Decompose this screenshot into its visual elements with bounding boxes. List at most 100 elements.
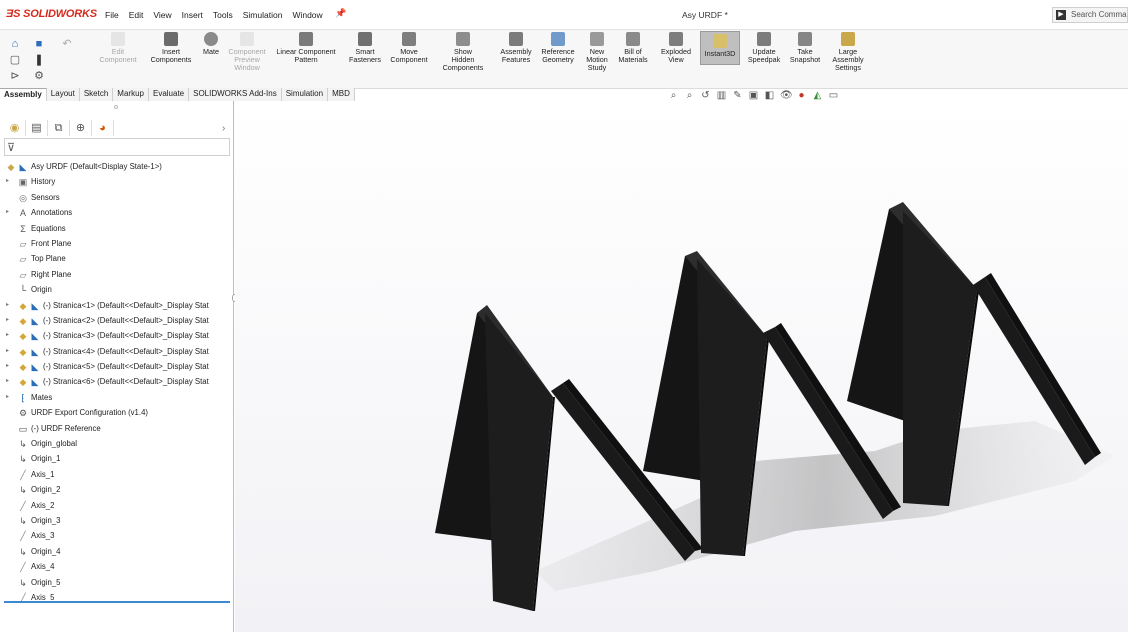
tree-root-assembly[interactable]: ◆ ◣ Asy URDF (Default<Display State-1>) <box>0 159 234 174</box>
reference-geometry-button[interactable]: Reference Geometry <box>538 32 578 64</box>
bill-of-materials-button[interactable]: Bill of Materials <box>616 32 650 64</box>
display-manager-tab-icon[interactable]: ◕ <box>92 120 114 136</box>
property-manager-tab-icon[interactable]: ▤ <box>26 120 48 136</box>
tree-item[interactable]: ╱ Axis_5 <box>0 590 234 605</box>
more-panels-chevron-icon[interactable]: › <box>222 123 225 134</box>
expand-arrow-icon[interactable]: ▸ <box>6 313 9 328</box>
expand-arrow-icon[interactable]: ▸ <box>6 174 9 189</box>
show-hidden-components-button[interactable]: Show Hidden Components <box>438 32 488 72</box>
mate-button[interactable]: Mate <box>200 32 222 56</box>
tree-filter-input[interactable]: ⊽ <box>4 138 230 156</box>
dynamic-annotation-icon[interactable]: ✎ <box>732 90 743 101</box>
tab-markup[interactable]: Markup <box>113 88 149 101</box>
tree-item[interactable]: ◎ Sensors <box>0 190 234 205</box>
take-snapshot-button[interactable]: Take Snapshot <box>788 32 822 64</box>
tree-item[interactable]: ▸ ◆ ◣ (-) Stranica<2> (Default<<Default>_Di… <box>0 313 234 328</box>
tree-item[interactable]: ↳ Origin_1 <box>0 451 234 466</box>
feature-manager-tab-icon[interactable]: ◉ <box>4 120 26 136</box>
menu-view[interactable]: View <box>148 10 176 20</box>
linear-component-pattern-button[interactable]: Linear Component Pattern <box>274 32 338 64</box>
expand-arrow-icon[interactable]: ▸ <box>6 374 9 389</box>
tree-item[interactable]: ↳ Origin_5 <box>0 575 234 590</box>
edit-component-button[interactable]: Edit Component <box>98 32 138 64</box>
expand-arrow-icon[interactable]: ▸ <box>6 298 9 313</box>
save-icon[interactable]: ■ <box>32 38 46 50</box>
menu-file[interactable]: File <box>100 10 124 20</box>
zoom-to-fit-icon[interactable]: ⌕ <box>668 90 679 101</box>
zoom-to-area-icon[interactable]: ⌕ <box>684 90 695 101</box>
tree-item[interactable]: Σ Equations <box>0 221 234 236</box>
tree-item[interactable]: ↳ Origin_2 <box>0 482 234 497</box>
menu-tools[interactable]: Tools <box>208 10 238 20</box>
panel-grip-handle[interactable] <box>114 105 118 109</box>
tree-item[interactable]: ▱ Right Plane <box>0 267 234 282</box>
rebuild-icon[interactable]: ❚ <box>32 54 46 66</box>
home-icon[interactable]: ⌂ <box>8 38 22 50</box>
assembly-features-button[interactable]: Assembly Features <box>496 32 536 64</box>
tree-item[interactable]: ╱ Axis_4 <box>0 559 234 574</box>
instant3d-button[interactable]: Instant3D <box>700 31 740 65</box>
expand-arrow-icon[interactable]: ▸ <box>6 205 9 220</box>
new-motion-study-button[interactable]: New Motion Study <box>582 32 612 72</box>
hide-show-items-icon[interactable]: 👁 <box>780 90 793 101</box>
tree-item[interactable]: ▸ ◆ ◣ (-) Stranica<5> (Default<<Default>_Di… <box>0 359 234 374</box>
tab-layout[interactable]: Layout <box>46 88 80 101</box>
solidworks-logo[interactable]: ƎS SOLIDWORKS <box>6 8 97 20</box>
move-component-button[interactable]: Move Component <box>388 32 430 64</box>
pin-menu-icon[interactable]: 📌 <box>335 8 346 19</box>
tree-item[interactable]: ▸ A Annotations <box>0 205 234 220</box>
edit-appearance-icon[interactable]: ● <box>796 90 807 101</box>
tree-item[interactable]: ▭ (-) URDF Reference <box>0 421 234 436</box>
tree-item[interactable]: ▸ ▣ History <box>0 174 234 189</box>
tree-item[interactable]: ▸ ◆ ◣ (-) Stranica<4> (Default<<Default>_Di… <box>0 344 234 359</box>
expand-arrow-icon[interactable]: ▸ <box>6 390 9 405</box>
tab-sketch[interactable]: Sketch <box>79 88 114 101</box>
large-assembly-settings-button[interactable]: Large Assembly Settings <box>826 32 870 72</box>
view-orientation-icon[interactable]: ▣ <box>748 90 759 101</box>
tab-evaluate[interactable]: Evaluate <box>148 88 190 101</box>
apply-scene-icon[interactable]: ◭ <box>812 90 823 101</box>
tree-item[interactable]: └ Origin <box>0 282 234 297</box>
dimxpert-manager-tab-icon[interactable]: ⊕ <box>70 120 92 136</box>
tab-solidworks-add-ins[interactable]: SOLIDWORKS Add-Ins <box>189 88 282 101</box>
graphics-area[interactable] <box>235 101 1128 632</box>
tree-item[interactable]: ╱ Axis_3 <box>0 528 234 543</box>
tab-assembly[interactable]: Assembly <box>0 88 47 101</box>
update-speedpak-button[interactable]: Update Speedpak <box>746 32 782 64</box>
tree-item[interactable]: ↳ Origin_4 <box>0 544 234 559</box>
menu-edit[interactable]: Edit <box>124 10 149 20</box>
options-gear-icon[interactable]: ⚙ <box>32 70 46 82</box>
smart-fasteners-button[interactable]: Smart Fasteners <box>346 32 384 64</box>
new-document-icon[interactable]: ▢ <box>8 54 22 66</box>
tree-item[interactable]: ↳ Origin_3 <box>0 513 234 528</box>
menu-window[interactable]: Window <box>287 10 327 20</box>
tree-item[interactable]: ▸ ◆ ◣ (-) Stranica<3> (Default<<Default>_Di… <box>0 328 234 343</box>
section-view-icon[interactable]: ▥ <box>716 90 727 101</box>
tree-item[interactable]: ╱ Axis_2 <box>0 498 234 513</box>
insert-components-button[interactable]: Insert Components <box>146 32 196 64</box>
display-style-icon[interactable]: ◧ <box>764 90 775 101</box>
expand-arrow-icon[interactable]: ▸ <box>6 328 9 343</box>
tree-item[interactable]: ▸ ◆ ◣ (-) Stranica<1> (Default<<Default>_Di… <box>0 298 234 313</box>
tree-item[interactable]: ╱ Axis_1 <box>0 467 234 482</box>
tree-item[interactable]: ↳ Origin_global <box>0 436 234 451</box>
exploded-view-button[interactable]: Exploded View <box>656 32 696 64</box>
stranica-3-side <box>643 256 705 481</box>
menu-insert[interactable]: Insert <box>177 10 208 20</box>
tree-item[interactable]: ▸ ⁅ Mates <box>0 390 234 405</box>
configuration-manager-tab-icon[interactable]: ⧉ <box>48 120 70 136</box>
component-preview-window-button[interactable]: Component Preview Window <box>226 32 268 72</box>
tree-item[interactable]: ⚙ URDF Export Configuration (v1.4) <box>0 405 234 420</box>
expand-arrow-icon[interactable]: ▸ <box>6 359 9 374</box>
tab-simulation[interactable]: Simulation <box>281 88 329 101</box>
tab-mbd[interactable]: MBD <box>328 88 355 101</box>
expand-arrow-icon[interactable]: ▸ <box>6 344 9 359</box>
view-settings-icon[interactable]: ▭ <box>828 90 839 101</box>
menu-simulation[interactable]: Simulation <box>238 10 288 20</box>
tree-item[interactable]: ▱ Top Plane <box>0 251 234 266</box>
tree-item[interactable]: ▱ Front Plane <box>0 236 234 251</box>
tree-item[interactable]: ▸ ◆ ◣ (-) Stranica<6> (Default<<Default>_Di… <box>0 374 234 389</box>
open-document-icon[interactable]: ⊳ <box>8 70 22 82</box>
undo-icon[interactable]: ↶ <box>60 38 74 50</box>
previous-view-icon[interactable]: ↺ <box>700 90 711 101</box>
